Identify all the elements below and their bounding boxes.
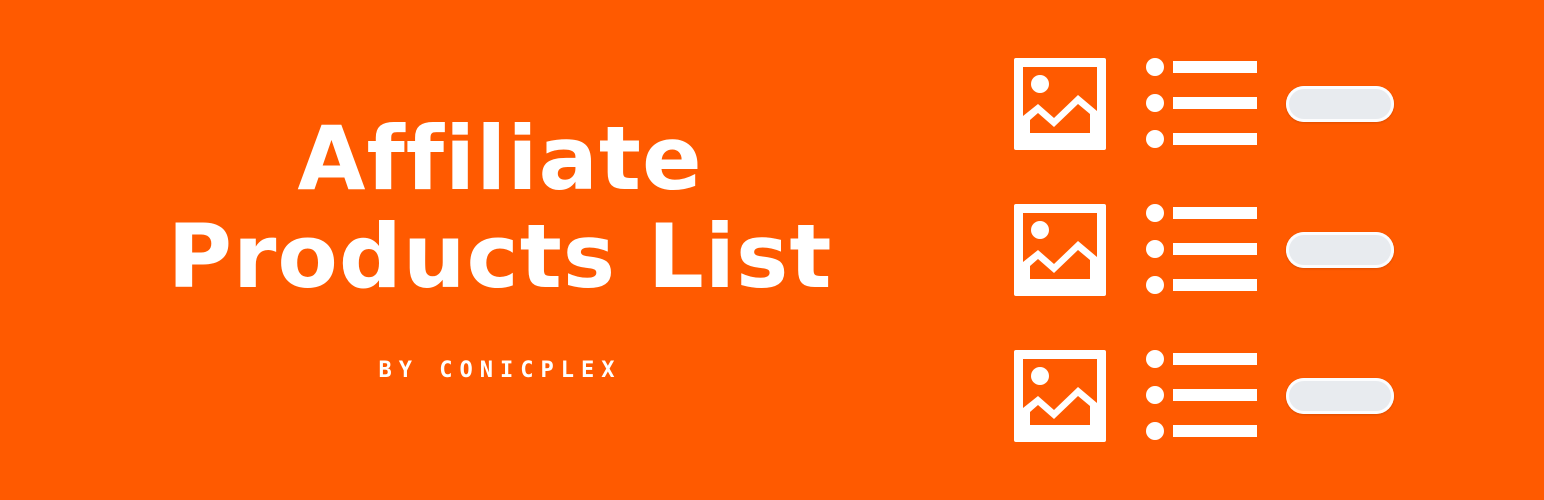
bullet-dot: [1146, 240, 1164, 258]
image-placeholder-icon: [1014, 58, 1106, 150]
product-row: [1014, 204, 1404, 296]
bullet-list-icon: [1146, 204, 1258, 296]
bullet-line: [1173, 207, 1257, 219]
bullet-item: [1146, 58, 1258, 76]
title-line-1: Affiliate: [297, 107, 703, 210]
bullet-dot: [1146, 130, 1164, 148]
bullet-item: [1146, 350, 1258, 368]
bullet-item: [1146, 130, 1258, 148]
bullet-line: [1173, 279, 1257, 291]
image-placeholder-icon: [1014, 350, 1106, 442]
bullet-item: [1146, 204, 1258, 222]
bullet-item: [1146, 386, 1258, 404]
bullet-line: [1173, 61, 1257, 73]
bullet-line: [1173, 133, 1257, 145]
product-row: [1014, 58, 1404, 150]
bullet-list-icon: [1146, 58, 1258, 150]
product-list-illustration: [1014, 58, 1404, 450]
bullet-item: [1146, 240, 1258, 258]
bullet-list-icon: [1146, 350, 1258, 442]
bullet-item: [1146, 276, 1258, 294]
pill-button: [1286, 378, 1394, 414]
bullet-line: [1173, 97, 1257, 109]
title-line-2: Products List: [167, 205, 833, 308]
pill-button: [1286, 232, 1394, 268]
pill-button: [1286, 86, 1394, 122]
bullet-dot: [1146, 94, 1164, 112]
title-block: Affiliate Products List BY CONICPLEX: [160, 107, 840, 384]
bullet-dot: [1146, 422, 1164, 440]
bullet-line: [1173, 425, 1257, 437]
bullet-dot: [1146, 276, 1164, 294]
image-placeholder-icon: [1014, 204, 1106, 296]
bullet-item: [1146, 422, 1258, 440]
banner: Affiliate Products List BY CONICPLEX: [0, 0, 1544, 500]
bullet-dot: [1146, 386, 1164, 404]
bullet-line: [1173, 353, 1257, 365]
product-row: [1014, 350, 1404, 442]
byline: BY CONICPLEX: [378, 358, 622, 383]
bullet-item: [1146, 94, 1258, 112]
bullet-dot: [1146, 58, 1164, 76]
bullet-line: [1173, 243, 1257, 255]
bullet-dot: [1146, 350, 1164, 368]
bullet-line: [1173, 389, 1257, 401]
bullet-dot: [1146, 204, 1164, 222]
